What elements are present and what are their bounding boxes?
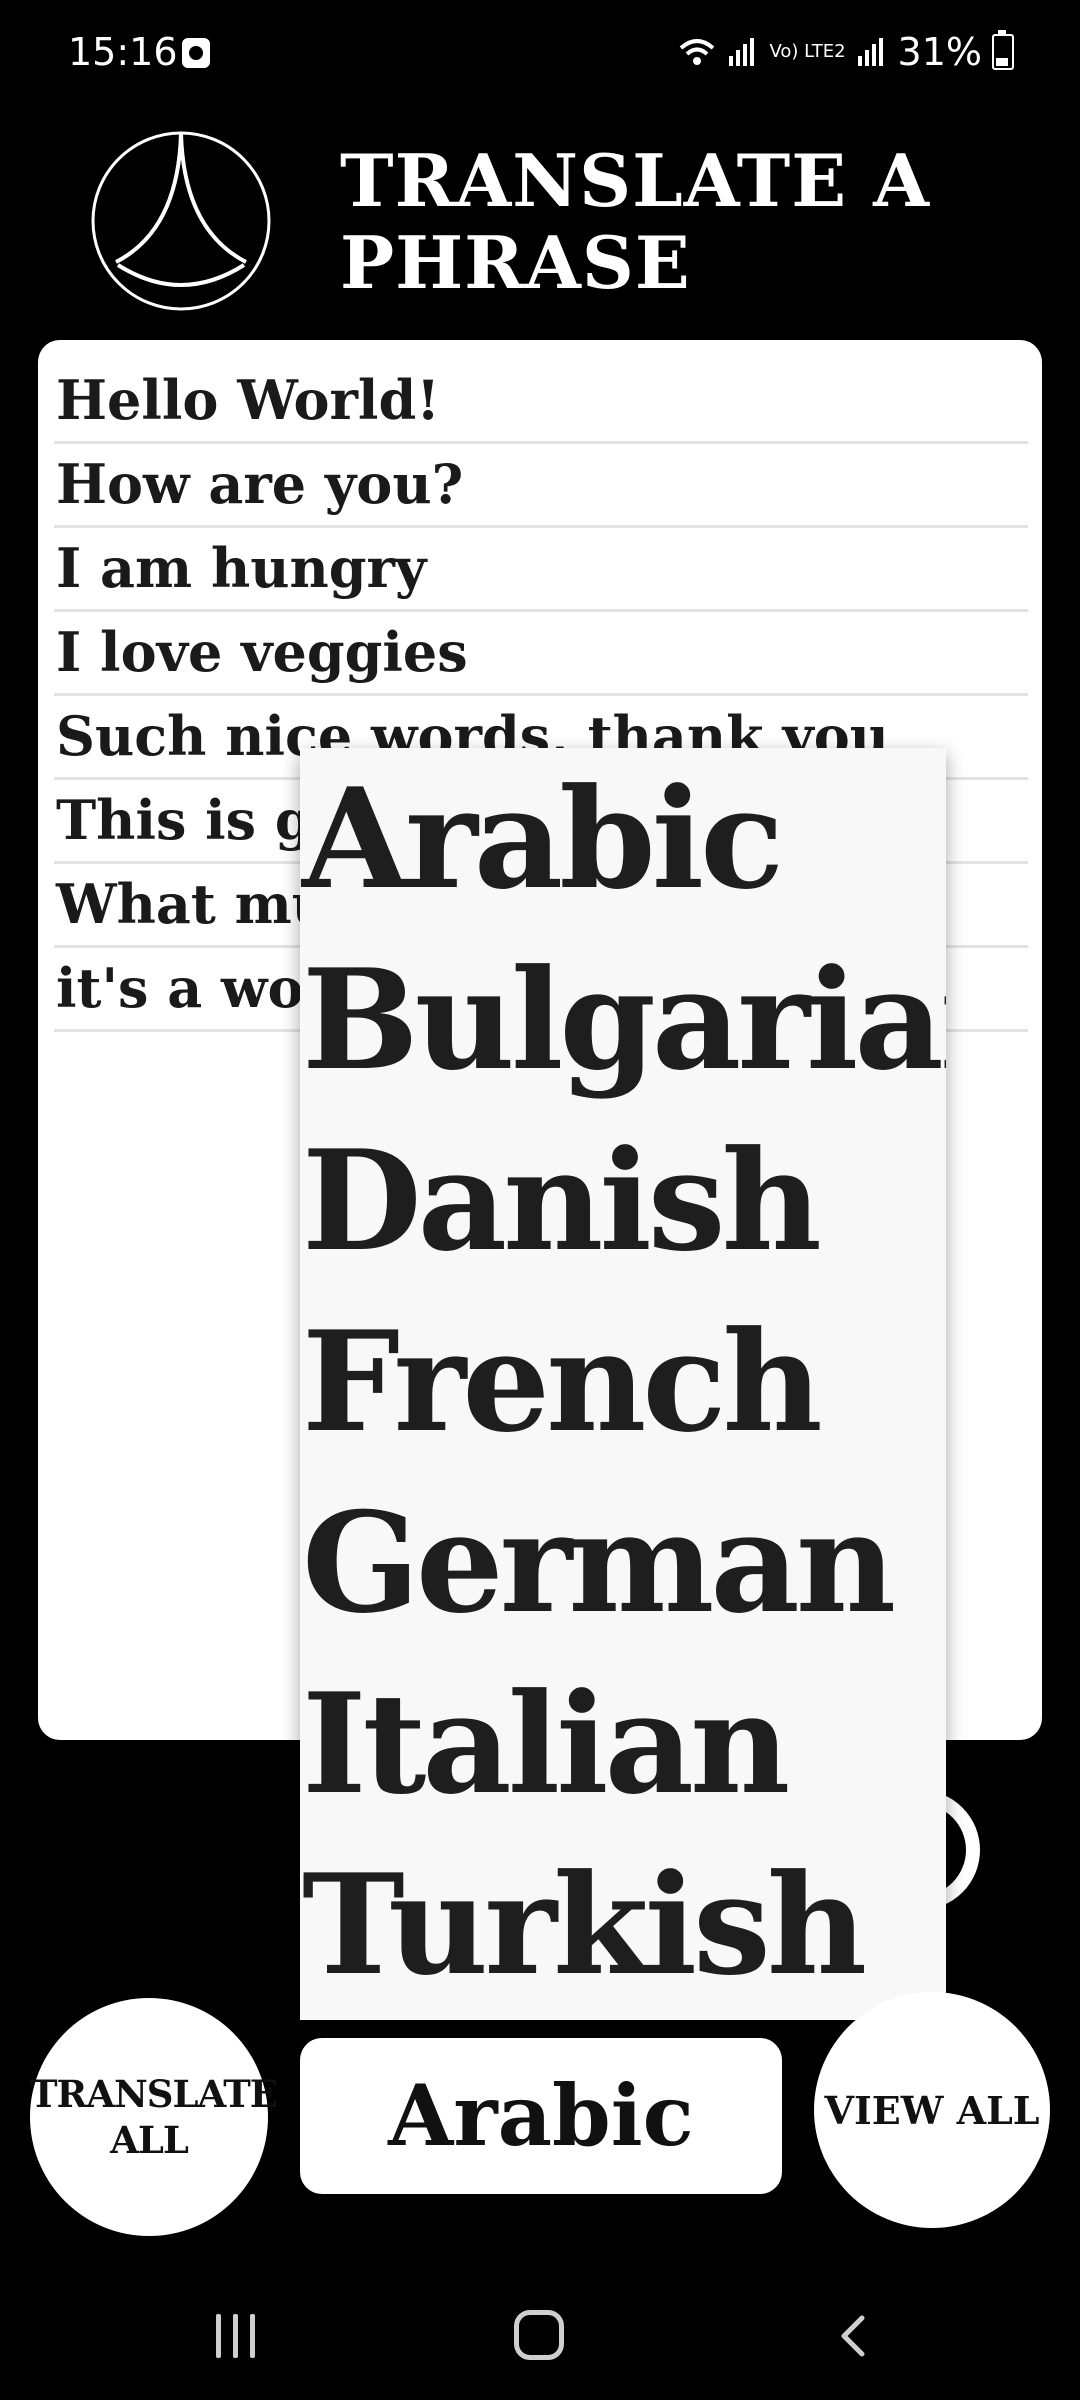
home-icon[interactable] (514, 2310, 564, 2360)
phrase-item[interactable]: I am hungry (54, 528, 1028, 612)
translate-all-label-line2: ALL (110, 2118, 189, 2162)
battery-percentage: 31% (897, 30, 982, 74)
translate-all-button[interactable]: TRANSLATE ALL (30, 1998, 278, 2236)
phrase-item[interactable]: I love veggies (54, 612, 1028, 696)
phrase-item[interactable]: Hello World! (54, 360, 1028, 444)
network-type-label: Vo) LTE2 (769, 41, 846, 62)
system-navigation-bar (0, 2270, 1080, 2400)
recents-icon[interactable] (214, 2314, 258, 2358)
status-indicators: Vo) LTE2 31% (677, 30, 1014, 74)
app-title: TRANSLATE A PHRASE (340, 138, 931, 305)
language-option-arabic[interactable]: Arabic (300, 748, 946, 929)
status-bar: 15:16 Vo) LTE2 31% (0, 0, 1080, 110)
phrase-item[interactable]: How are you? (54, 444, 1028, 528)
language-option-danish[interactable]: Danish (300, 1110, 946, 1291)
language-dropdown-menu: Arabic Bulgarian Danish French German It… (300, 748, 946, 2020)
translate-all-label-line1: TRANSLATE (30, 2072, 278, 2116)
back-icon[interactable] (832, 2314, 876, 2358)
signal-icon-2 (857, 38, 883, 66)
language-option-german[interactable]: German (300, 1472, 946, 1653)
status-time: 15:16 (68, 30, 178, 74)
language-select[interactable]: Arabic (300, 2038, 782, 2194)
language-option-french[interactable]: French (300, 1291, 946, 1472)
view-all-button[interactable]: VIEW ALL (814, 1992, 1050, 2228)
wifi-icon (680, 39, 715, 65)
signal-icon-1 (729, 38, 755, 66)
battery-icon (992, 30, 1014, 70)
language-option-bulgarian[interactable]: Bulgarian (300, 929, 946, 1110)
app-logo-icon (91, 131, 271, 311)
language-option-turkish[interactable]: Turkish (300, 1834, 946, 2015)
notification-app-icon (182, 38, 210, 68)
language-option-italian[interactable]: Italian (300, 1653, 946, 1834)
